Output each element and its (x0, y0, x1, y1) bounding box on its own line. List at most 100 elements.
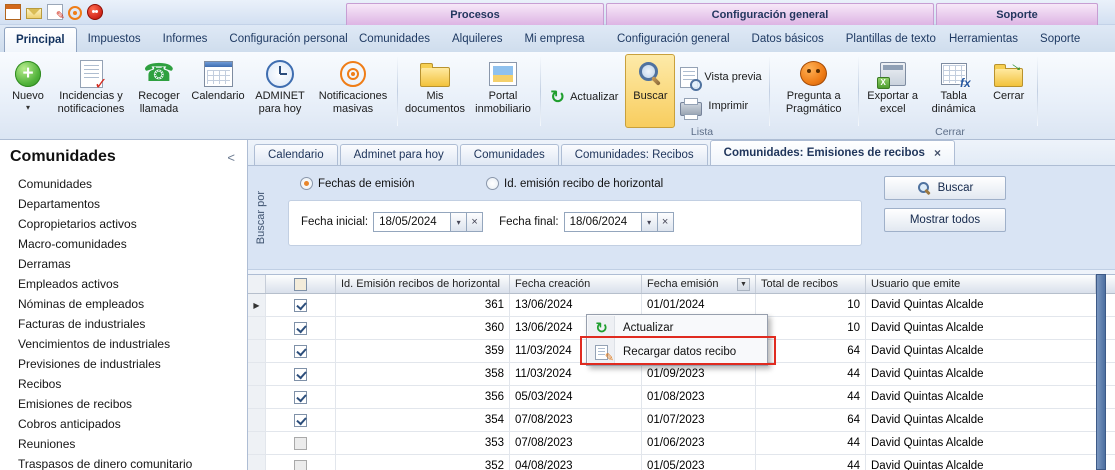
sidebar-item-reuniones[interactable]: Reuniones (0, 434, 247, 454)
row-checkbox[interactable] (294, 368, 307, 381)
notificaciones-masivas-button[interactable]: Notificaciones masivas (313, 54, 393, 128)
sidebar-item-cobros-anticipados[interactable]: Cobros anticipados (0, 414, 247, 434)
radio-id-emision-recibo[interactable]: Id. emisión recibo de horizontal (486, 177, 663, 190)
sidebar-item-macro-comunidades[interactable]: Macro-comunidades (0, 234, 247, 254)
vista-previa-button[interactable]: Vista previa (680, 67, 761, 88)
actualizar-button[interactable]: ↻ Actualizar (544, 85, 624, 109)
main-area: Comunidades < ComunidadesDepartamentosCo… (0, 140, 1115, 470)
cell-fecha-creacion: 13/06/2024 (510, 294, 642, 316)
row-checkbox[interactable] (294, 391, 307, 404)
cerrar-button[interactable]: Cerrar (985, 54, 1033, 128)
sidebar-collapse-icon[interactable]: < (227, 150, 235, 165)
sidebar-item-facturas-de-industriales[interactable]: Facturas de industriales (0, 314, 247, 334)
ribbon-tab-impuestos[interactable]: Impuestos (77, 25, 152, 52)
recoger-llamada-button[interactable]: ☎ Recoger llamada (131, 54, 187, 128)
ribbon-tab-plantillas-de-texto[interactable]: Plantillas de texto (835, 25, 947, 52)
cell-total-recibos: 44 (756, 432, 866, 454)
fecha-inicial-clear-icon[interactable]: × (467, 212, 483, 232)
ribbon-tab-alquileres[interactable]: Alquileres (441, 25, 514, 52)
incidencias-notificaciones-button[interactable]: Incidencias y notificaciones (53, 54, 129, 128)
portal-inmobiliario-button[interactable]: Portal inmobiliario (470, 54, 536, 128)
radio-unselected-icon[interactable] (486, 177, 499, 190)
row-checkbox[interactable] (294, 460, 307, 470)
sidebar-item-nóminas-de-empleados[interactable]: Nóminas de empleados (0, 294, 247, 314)
group-separator (1037, 57, 1038, 126)
fecha-final-dropdown-icon[interactable]: ▾ (642, 212, 658, 232)
tab-close-icon[interactable]: × (934, 146, 941, 160)
ribbon-tab-principal[interactable]: Principal (4, 27, 77, 52)
cell-checkbox (266, 294, 336, 316)
cell-fecha-creacion: 05/03/2024 (510, 386, 642, 408)
grid-vertical-scrollbar[interactable] (1096, 274, 1106, 470)
calendario-button[interactable]: Calendario (189, 54, 247, 128)
fecha-final-input[interactable]: 18/06/2024 (564, 212, 642, 232)
row-checkbox[interactable] (294, 345, 307, 358)
column-header-total-recibos[interactable]: Total de recibos (756, 275, 866, 293)
nuevo-button[interactable]: + Nuevo▾ (5, 54, 51, 128)
grid-row-356[interactable]: 35605/03/202401/08/202344David Quintas A… (248, 386, 1115, 409)
mis-documentos-button[interactable]: Mis documentos (402, 54, 468, 128)
fecha-inicial-dropdown-icon[interactable]: ▾ (451, 212, 467, 232)
sidebar-item-comunidades[interactable]: Comunidades (0, 174, 247, 194)
mostrar-todos-button[interactable]: Mostrar todos (884, 208, 1006, 232)
quick-pragmatico-icon[interactable] (87, 4, 103, 20)
buscar-por-strip: Buscar por (248, 166, 274, 269)
grid-row-358[interactable]: 35811/03/202401/09/202344David Quintas A… (248, 363, 1115, 386)
document-tab-comunidades-emisiones-de-recibos[interactable]: Comunidades: Emisiones de recibos× (710, 140, 955, 165)
grid-row-354[interactable]: 35407/08/202301/07/202364David Quintas A… (248, 409, 1115, 432)
ribbon-tab-configuración-general[interactable]: Configuración general (606, 25, 741, 52)
row-checkbox[interactable] (294, 299, 307, 312)
column-header-fecha-emision[interactable]: Fecha emisión ▼ (642, 275, 756, 293)
row-checkbox[interactable] (294, 414, 307, 427)
tabla-dinamica-button[interactable]: Tabla dinámica (925, 54, 983, 128)
ribbon-tab-mi-empresa[interactable]: Mi empresa (513, 25, 595, 52)
sidebar-title: Comunidades (10, 148, 116, 166)
ribbon-tab-informes[interactable]: Informes (152, 25, 219, 52)
adminet-para-hoy-button[interactable]: ADMINET para hoy (249, 54, 311, 128)
column-header-fecha-creacion[interactable]: Fecha creación (510, 275, 642, 293)
cell-fecha-emision: 01/07/2023 (642, 409, 756, 431)
ribbon-tab-herramientas[interactable]: Herramientas (938, 25, 1029, 52)
row-checkbox[interactable] (294, 322, 307, 335)
quick-broadcast-icon[interactable] (68, 6, 82, 20)
quick-calendar-icon[interactable] (5, 4, 21, 20)
column-header-id-emision[interactable]: Id. Emisión recibos de horizontal (336, 275, 510, 293)
sidebar-item-vencimientos-de-industriales[interactable]: Vencimientos de industriales (0, 334, 247, 354)
exportar-excel-button[interactable]: Exportar a excel (863, 54, 923, 128)
sidebar-item-previsiones-de-industriales[interactable]: Previsiones de industriales (0, 354, 247, 374)
ribbon-tab-datos-básicos[interactable]: Datos básicos (741, 25, 835, 52)
calendar-icon (204, 61, 233, 87)
sidebar-item-copropietarios-activos[interactable]: Copropietarios activos (0, 214, 247, 234)
row-current-indicator (248, 455, 266, 470)
column-header-usuario[interactable]: Usuario que emite (866, 275, 1096, 293)
sidebar-item-traspasos-de-dinero-comunitario[interactable]: Traspasos de dinero comunitario (0, 454, 247, 470)
grid-row-353[interactable]: 35307/08/202301/06/202344David Quintas A… (248, 432, 1115, 455)
imprimir-button[interactable]: Imprimir (680, 97, 761, 116)
row-checkbox[interactable] (294, 437, 307, 450)
sidebar-item-departamentos[interactable]: Departamentos (0, 194, 247, 214)
buscar-panel-button[interactable]: Buscar (884, 176, 1006, 200)
pregunta-pragmatico-button[interactable]: Pregunta a Pragmático (774, 54, 854, 128)
fecha-inicial-input[interactable]: 18/05/2024 (373, 212, 451, 232)
quick-note-icon[interactable] (47, 4, 63, 20)
ribbon-tab-soporte[interactable]: Soporte (1029, 25, 1091, 52)
sidebar-item-empleados-activos[interactable]: Empleados activos (0, 274, 247, 294)
document-tab-calendario[interactable]: Calendario (254, 144, 338, 165)
sidebar-item-recibos[interactable]: Recibos (0, 374, 247, 394)
radio-selected-icon[interactable] (300, 177, 313, 190)
sidebar-item-derramas[interactable]: Derramas (0, 254, 247, 274)
radio-fechas-de-emision[interactable]: Fechas de emisión (300, 177, 415, 190)
document-tab-comunidades-recibos[interactable]: Comunidades: Recibos (561, 144, 708, 165)
filter-dropdown-icon[interactable]: ▼ (737, 278, 750, 291)
sidebar-item-emisiones-de-recibos[interactable]: Emisiones de recibos (0, 394, 247, 414)
quick-mail-icon[interactable] (26, 8, 42, 19)
ribbon-tab-configuración-personal[interactable]: Configuración personal (218, 25, 358, 52)
fecha-final-clear-icon[interactable]: × (658, 212, 674, 232)
select-all-checkbox[interactable] (294, 278, 307, 291)
document-tab-adminet-para-hoy[interactable]: Adminet para hoy (340, 144, 458, 165)
grid-row-352[interactable]: 35204/08/202301/05/202344David Quintas A… (248, 455, 1115, 470)
document-tab-comunidades[interactable]: Comunidades (460, 144, 559, 165)
buscar-button[interactable]: Buscar (625, 54, 675, 128)
group-separator (858, 57, 859, 126)
ribbon-tab-comunidades[interactable]: Comunidades (348, 25, 441, 52)
